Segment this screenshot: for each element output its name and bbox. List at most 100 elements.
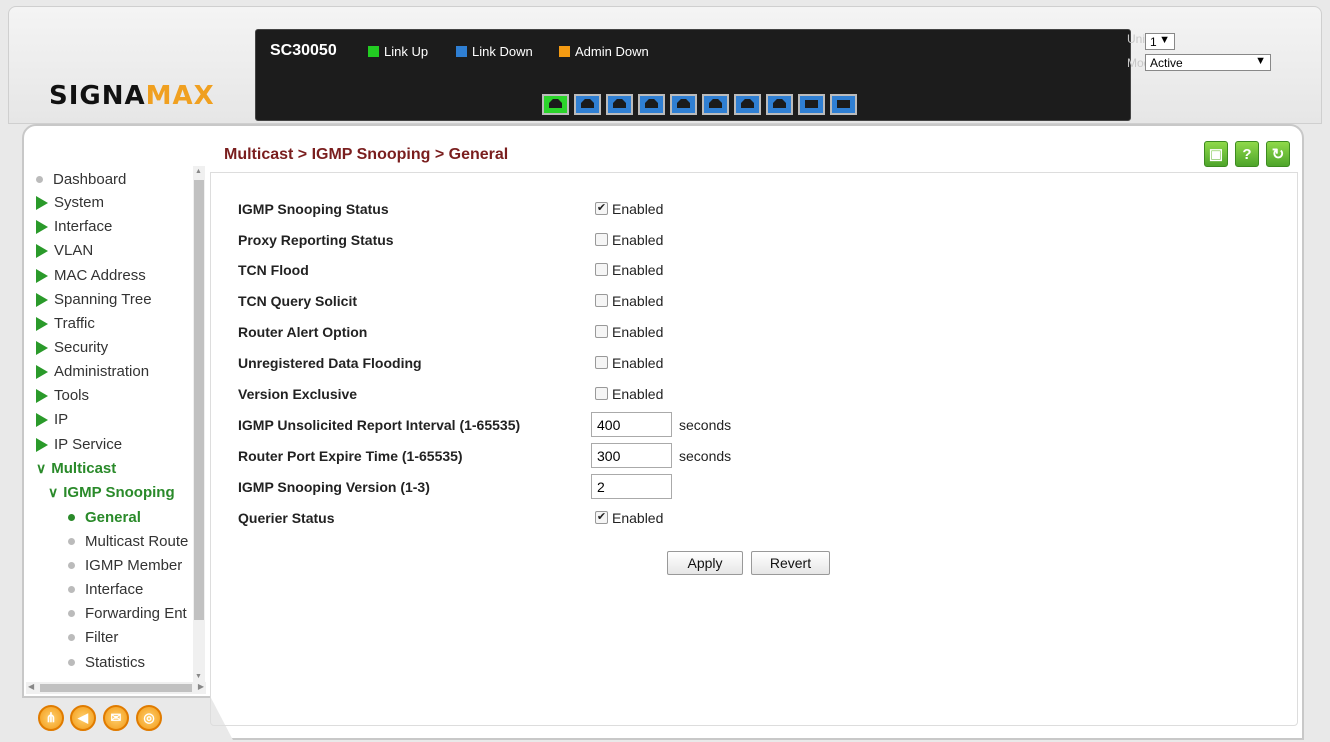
chevron-right-icon [36, 219, 48, 234]
sidebar-item-multicast[interactable]: ∨ Multicast [36, 460, 116, 477]
sidebar-item-spanning-tree[interactable]: Spanning Tree [36, 291, 152, 308]
port-5[interactable] [670, 94, 697, 115]
sidebar-item-system[interactable]: System [36, 194, 104, 211]
sidebar-item-interface[interactable]: Interface [36, 218, 112, 235]
sidebar-item-filter[interactable]: Filter [68, 629, 118, 646]
field-label: IGMP Snooping Status [238, 201, 389, 217]
port-9[interactable] [798, 94, 825, 115]
mail-icon[interactable]: ✉ [103, 705, 129, 731]
chevron-right-icon [36, 340, 48, 355]
port-8[interactable] [766, 94, 793, 115]
chevron-right-icon [36, 388, 48, 403]
sidebar-item-ip[interactable]: IP [36, 411, 68, 428]
chevron-down-icon: ∨ [48, 484, 59, 500]
field-label: Router Port Expire Time (1-65535) [238, 448, 463, 464]
checkbox-label: Enabled [612, 510, 664, 526]
port-10[interactable] [830, 94, 857, 115]
field-label: IGMP Snooping Version (1-3) [238, 479, 430, 495]
chevron-down-icon: ▼ [1255, 55, 1266, 67]
chevron-right-icon [36, 243, 48, 258]
checkbox-label: Enabled [612, 262, 664, 278]
field-label: Querier Status [238, 510, 335, 526]
chevron-right-icon [36, 268, 48, 283]
scroll-down-icon[interactable]: ▼ [195, 673, 202, 680]
sidebar-item-mac-address[interactable]: MAC Address [36, 267, 146, 284]
scrollbar-thumb[interactable] [40, 684, 192, 692]
sidebar-item-vlan[interactable]: VLAN [36, 242, 93, 259]
sidebar-item-traffic[interactable]: Traffic [36, 315, 95, 332]
unit-label: seconds [679, 417, 732, 433]
sidebar-item-igmp-interface[interactable]: Interface [68, 581, 143, 598]
bullet-icon [68, 659, 75, 666]
field-label: Version Exclusive [238, 386, 358, 402]
device-panel: SC30050 Link Up Link Down Admin Down [255, 29, 1131, 121]
sidebar-item-dashboard[interactable]: Dashboard [36, 171, 126, 188]
sidebar-item-igmp-member[interactable]: IGMP Member [68, 557, 182, 574]
sidebar-item-security[interactable]: Security [36, 339, 108, 356]
checkbox-label: Enabled [612, 355, 664, 371]
checkbox-label: Enabled [612, 232, 664, 248]
sidebar-vertical-scrollbar[interactable]: ▲ ▼ [193, 166, 205, 682]
sidebar-item-administration[interactable]: Administration [36, 363, 149, 380]
field-label: TCN Flood [238, 262, 309, 278]
scroll-right-icon[interactable]: ▶ [198, 682, 204, 691]
proxy-reporting-status-checkbox[interactable] [595, 233, 608, 246]
chevron-right-icon [36, 364, 48, 379]
bullet-icon [68, 634, 75, 641]
chevron-right-icon [36, 292, 48, 307]
router-alert-option-checkbox[interactable] [595, 325, 608, 338]
chevron-down-icon: ∨ [36, 460, 47, 476]
unit-label: seconds [679, 448, 732, 464]
device-model: SC30050 [270, 42, 337, 59]
chevron-right-icon [36, 316, 48, 331]
refresh-icon[interactable]: ↻ [1266, 141, 1290, 167]
port-4[interactable] [638, 94, 665, 115]
igmp-snooping-version-input[interactable] [591, 474, 672, 499]
sidebar-item-multicast-route[interactable]: Multicast Route [68, 533, 188, 550]
querier-status-checkbox[interactable]: ✔ [595, 511, 608, 524]
apply-button[interactable]: Apply [667, 551, 743, 575]
sitemap-icon[interactable]: ⋔ [38, 705, 64, 731]
port-6[interactable] [702, 94, 729, 115]
port-panel [542, 94, 857, 115]
legend-admin-down: Admin Down [559, 44, 649, 59]
sidebar-item-ip-service[interactable]: IP Service [36, 436, 122, 453]
version-exclusive-checkbox[interactable] [595, 387, 608, 400]
bullet-icon [68, 586, 75, 593]
sidebar-horizontal-scrollbar[interactable]: ◀ ▶ [26, 682, 206, 694]
top-header: SIGNAMAX SC30050 Link Up Link Down Admin… [8, 6, 1322, 124]
scrollbar-thumb[interactable] [194, 180, 204, 620]
router-port-expire-time-input[interactable] [591, 443, 672, 468]
tcn-flood-checkbox[interactable] [595, 263, 608, 276]
scroll-left-icon[interactable]: ◀ [28, 682, 34, 691]
unsolicited-report-interval-input[interactable] [591, 412, 672, 437]
sidebar-item-statistics[interactable]: Statistics [68, 654, 145, 671]
sidebar-item-tools[interactable]: Tools [36, 387, 89, 404]
scroll-up-icon[interactable]: ▲ [195, 168, 202, 175]
unregistered-data-flooding-checkbox[interactable] [595, 356, 608, 369]
bullet-icon [36, 176, 43, 183]
port-2[interactable] [574, 94, 601, 115]
checkbox-label: Enabled [612, 324, 664, 340]
save-icon[interactable]: ▣ [1204, 141, 1228, 167]
port-3[interactable] [606, 94, 633, 115]
sidebar-item-igmp-snooping[interactable]: ∨ IGMP Snooping [48, 484, 175, 501]
sidebar-item-forwarding-entry[interactable]: Forwarding Ent [68, 605, 187, 622]
bullet-icon [68, 610, 75, 617]
globe-icon[interactable]: ◎ [136, 705, 162, 731]
chevron-right-icon [36, 412, 48, 427]
unit-select[interactable]: 1 ▼ [1145, 33, 1175, 50]
tcn-query-solicit-checkbox[interactable] [595, 294, 608, 307]
igmp-snooping-status-checkbox[interactable]: ✔ [595, 202, 608, 215]
checkbox-label: Enabled [612, 386, 664, 402]
sidebar-item-general[interactable]: General [68, 509, 141, 526]
port-7[interactable] [734, 94, 761, 115]
breadcrumb: Multicast > IGMP Snooping > General [224, 146, 509, 163]
port-1[interactable] [542, 94, 569, 115]
help-icon[interactable]: ? [1235, 141, 1259, 167]
revert-button[interactable]: Revert [751, 551, 830, 575]
bookmark-icon[interactable]: ◀ [70, 705, 96, 731]
chevron-right-icon [36, 195, 48, 210]
bullet-icon [68, 514, 75, 521]
mode-select[interactable]: Active ▼ [1145, 54, 1271, 71]
